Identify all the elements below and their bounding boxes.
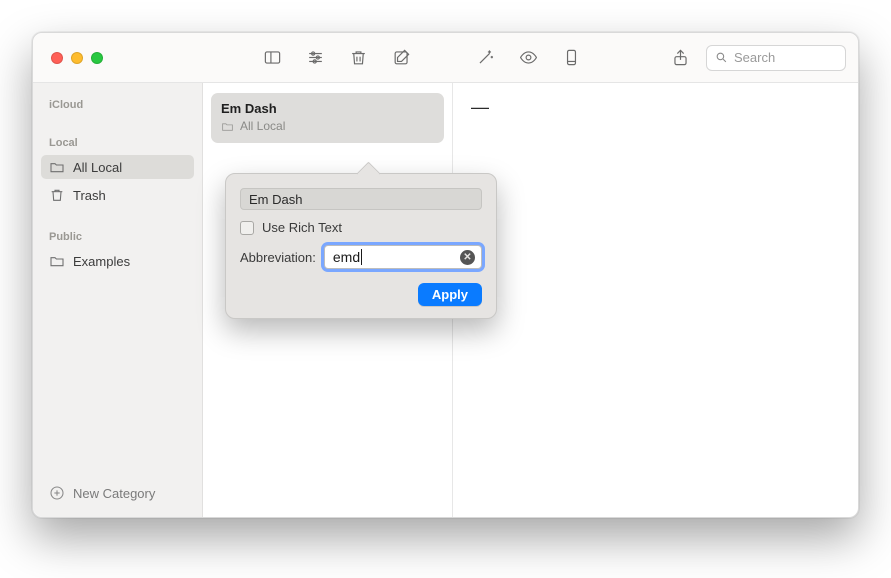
abbreviation-row: Abbreviation: emd ✕ xyxy=(240,245,482,269)
text-caret xyxy=(361,249,362,265)
sidebar-heading-local: Local xyxy=(41,131,194,151)
new-category-button[interactable]: New Category xyxy=(41,479,194,507)
share-icon[interactable] xyxy=(671,48,690,67)
search-field[interactable]: Search xyxy=(706,45,846,71)
rich-text-label: Use Rich Text xyxy=(262,220,342,235)
sidebar-item-trash[interactable]: Trash xyxy=(41,183,194,207)
snippet-name-input[interactable]: Em Dash xyxy=(240,188,482,210)
new-category-label: New Category xyxy=(73,486,155,501)
settings-sliders-icon[interactable] xyxy=(306,48,325,67)
device-icon[interactable] xyxy=(562,48,581,67)
plus-circle-icon xyxy=(49,485,65,501)
traffic-lights xyxy=(45,52,103,64)
toolbar-left-group xyxy=(263,48,411,67)
abbreviation-label: Abbreviation: xyxy=(240,250,316,265)
abbreviation-value: emd xyxy=(333,249,360,265)
title-bar: Search xyxy=(33,33,858,83)
rich-text-checkbox[interactable] xyxy=(240,221,254,235)
compose-icon[interactable] xyxy=(392,48,411,67)
sidebar-item-all-local[interactable]: All Local xyxy=(41,155,194,179)
sidebar: iCloud Local All Local Trash Public Exam… xyxy=(33,83,203,517)
sidebar-item-examples[interactable]: Examples xyxy=(41,249,194,273)
snippet-subtitle-text: All Local xyxy=(240,119,285,133)
snippet-title: Em Dash xyxy=(221,101,434,116)
magic-wand-icon[interactable] xyxy=(476,48,495,67)
sidebar-heading-icloud: iCloud xyxy=(41,93,194,113)
apply-button[interactable]: Apply xyxy=(418,283,482,306)
snippet-card[interactable]: Em Dash All Local xyxy=(211,93,444,143)
toolbar-center-group xyxy=(476,48,581,67)
close-window-button[interactable] xyxy=(51,52,63,64)
preview-text: — xyxy=(471,97,489,117)
abbreviation-input[interactable]: emd ✕ xyxy=(324,245,482,269)
zoom-window-button[interactable] xyxy=(91,52,103,64)
sidebar-item-label: All Local xyxy=(73,160,122,175)
folder-icon xyxy=(49,253,65,269)
search-icon xyxy=(715,51,728,64)
minimize-window-button[interactable] xyxy=(71,52,83,64)
content-preview: — xyxy=(453,83,858,517)
folder-icon xyxy=(49,159,65,175)
sidebar-item-label: Examples xyxy=(73,254,130,269)
snippet-name-value: Em Dash xyxy=(249,192,302,207)
snippet-edit-popover: Em Dash Use Rich Text Abbreviation: emd … xyxy=(225,173,497,319)
sidebar-heading-public: Public xyxy=(41,225,194,245)
clear-input-icon[interactable]: ✕ xyxy=(460,250,475,265)
preview-eye-icon[interactable] xyxy=(519,48,538,67)
app-window: Search iCloud Local All Local Trash Publ… xyxy=(32,32,859,518)
snippet-subtitle: All Local xyxy=(221,119,434,133)
rich-text-row[interactable]: Use Rich Text xyxy=(240,220,482,235)
trash-icon xyxy=(49,187,65,203)
sidebar-item-label: Trash xyxy=(73,188,106,203)
search-placeholder: Search xyxy=(734,50,775,65)
toggle-sidebar-icon[interactable] xyxy=(263,48,282,67)
folder-icon xyxy=(221,120,234,133)
delete-icon[interactable] xyxy=(349,48,368,67)
